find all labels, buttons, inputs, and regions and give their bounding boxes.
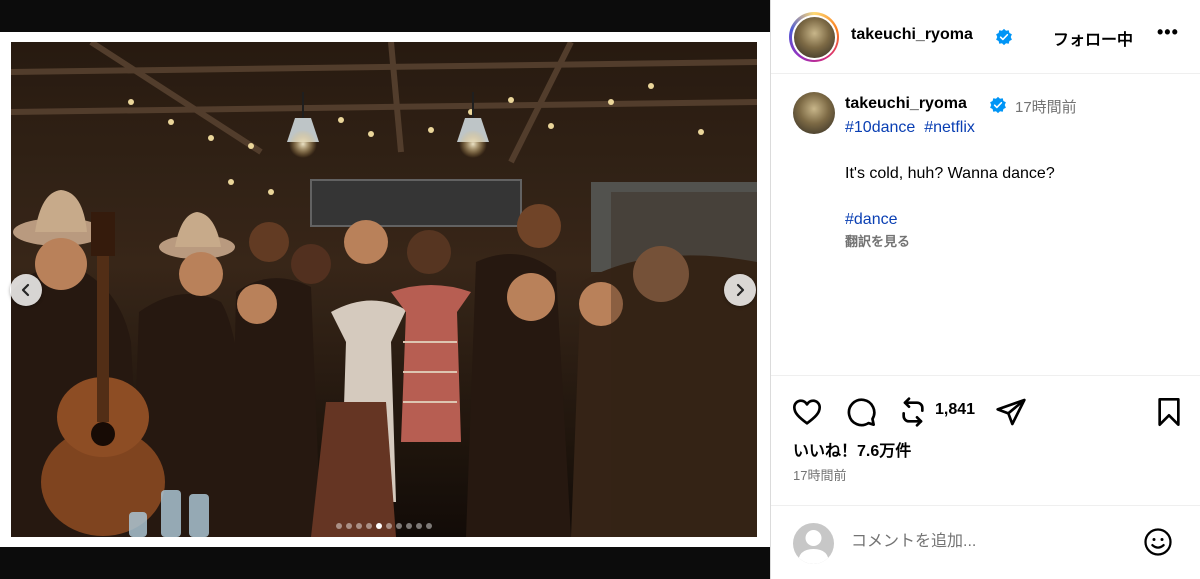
carousel-dot xyxy=(356,523,362,529)
comment-bubble-icon[interactable] xyxy=(845,396,877,428)
carousel-dot xyxy=(426,523,432,529)
current-user-avatar xyxy=(793,523,834,564)
post-side-panel: takeuchi_ryoma フォロー中 ••• takeuchi_ryoma … xyxy=(770,0,1200,579)
verified-badge-icon xyxy=(990,96,1006,114)
post-timestamp: 17時間前 xyxy=(793,468,847,483)
see-translation-link[interactable]: 翻訳を見る xyxy=(845,231,910,250)
carousel-dots xyxy=(11,523,757,529)
default-avatar-icon xyxy=(798,530,829,564)
avatar-image xyxy=(793,16,835,58)
repost-count: 1,841 xyxy=(935,401,976,418)
carousel-dot xyxy=(376,523,382,529)
paper-plane-icon[interactable] xyxy=(995,396,1027,428)
repost-icon[interactable] xyxy=(897,396,929,428)
photo-illustration xyxy=(11,42,757,537)
media-frame xyxy=(0,32,770,547)
carousel-prev-button[interactable] xyxy=(10,274,42,306)
carousel-dot xyxy=(336,523,342,529)
caption-area: takeuchi_ryoma 17時間前 #10dance #netflix I… xyxy=(771,74,1200,376)
likes-count[interactable]: いいね！7.6万件 xyxy=(793,437,911,461)
header-avatar[interactable] xyxy=(789,12,839,62)
verified-badge-icon xyxy=(996,28,1012,46)
caption-username[interactable]: takeuchi_ryoma xyxy=(845,95,967,113)
carousel-dot xyxy=(386,523,392,529)
comment-input[interactable] xyxy=(851,530,1131,554)
header-username[interactable]: takeuchi_ryoma xyxy=(851,26,973,44)
caption-hashtags: #10dance #netflix xyxy=(845,119,975,137)
smiley-icon[interactable] xyxy=(1143,527,1173,557)
carousel-dot xyxy=(366,523,372,529)
carousel-dot xyxy=(346,523,352,529)
post-photo[interactable] xyxy=(11,42,757,537)
heart-icon[interactable] xyxy=(791,396,823,428)
bookmark-icon[interactable] xyxy=(1153,396,1185,428)
caption-avatar[interactable] xyxy=(793,92,835,134)
following-button[interactable]: フォロー中 xyxy=(1053,26,1133,50)
carousel-dot xyxy=(406,523,412,529)
caption-timestamp: 17時間前 xyxy=(1015,99,1077,116)
carousel-dot xyxy=(396,523,402,529)
carousel-dot xyxy=(416,523,422,529)
hashtag-link[interactable]: #10dance xyxy=(845,119,915,136)
comment-bar xyxy=(771,505,1200,579)
hashtag-link[interactable]: #dance xyxy=(845,211,898,229)
chevron-left-icon xyxy=(21,283,30,297)
hashtag-link[interactable]: #netflix xyxy=(924,119,975,136)
more-options-button[interactable]: ••• xyxy=(1157,22,1179,43)
post-header: takeuchi_ryoma フォロー中 ••• xyxy=(771,0,1200,74)
chevron-right-icon xyxy=(736,283,745,297)
media-pane xyxy=(0,0,770,579)
caption-text: It's cold, huh? Wanna dance? xyxy=(845,165,1055,182)
carousel-next-button[interactable] xyxy=(724,274,756,306)
